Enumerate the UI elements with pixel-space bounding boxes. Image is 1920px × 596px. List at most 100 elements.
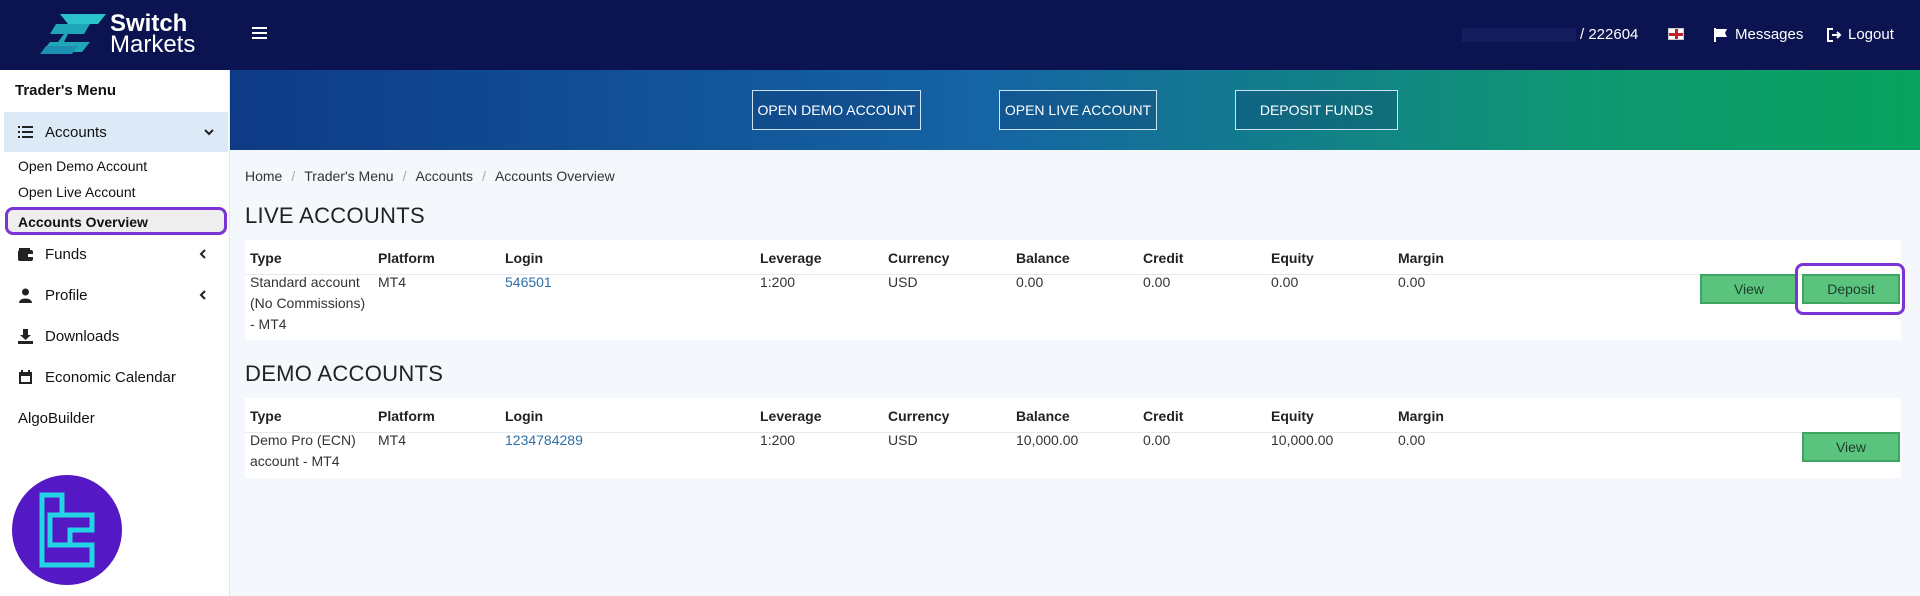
- logout-link[interactable]: Logout: [1826, 26, 1894, 43]
- sidebar-subitem-label: Accounts Overview: [18, 214, 148, 230]
- col-platform: Platform: [378, 408, 435, 424]
- uk-flag-icon[interactable]: [1668, 28, 1684, 40]
- logout-icon: [1827, 27, 1842, 42]
- sidebar-subitem-accounts-overview[interactable]: Accounts Overview: [5, 207, 227, 235]
- sidebar-subitem-open-live[interactable]: Open Live Account: [18, 184, 136, 200]
- user-icon: [19, 288, 32, 303]
- live-leverage: 1:200: [760, 274, 796, 290]
- live-accounts-table: Type Platform Login Leverage Currency Ba…: [245, 240, 1905, 340]
- breadcrumb-traders-menu[interactable]: Trader's Menu: [304, 168, 393, 184]
- demo-view-button[interactable]: View: [1802, 432, 1900, 462]
- type-line: (No Commissions): [250, 295, 366, 311]
- demo-platform: MT4: [378, 432, 406, 448]
- chevron-left-icon: [199, 249, 206, 259]
- messages-link[interactable]: Messages: [1713, 26, 1803, 43]
- masked-account-name: [1462, 27, 1576, 42]
- account-info: / 222604: [1462, 26, 1638, 43]
- account-number: / 222604: [1580, 26, 1639, 43]
- sidebar-item-label: Accounts: [45, 123, 107, 141]
- live-view-button[interactable]: View: [1700, 274, 1798, 304]
- watermark-logo: [12, 475, 122, 585]
- list-icon: [18, 125, 33, 138]
- col-margin: Margin: [1398, 408, 1444, 424]
- live-balance: 0.00: [1016, 274, 1044, 290]
- brand-logo[interactable]: Switch Markets: [38, 12, 196, 58]
- sidebar-item-label: Downloads: [45, 327, 120, 345]
- logout-label: Logout: [1848, 26, 1894, 43]
- demo-login-link[interactable]: 1234784289: [505, 430, 583, 451]
- calendar-icon: [19, 369, 32, 384]
- divider: [245, 274, 1901, 275]
- brand-name-sub: Markets: [110, 31, 196, 58]
- col-type: Type: [250, 250, 282, 266]
- demo-type-cell: Demo Pro (ECN) account - MT4: [250, 430, 356, 472]
- sidebar-item-profile[interactable]: Profile: [0, 280, 228, 310]
- sidebar-title: Trader's Menu: [15, 82, 117, 99]
- deposit-funds-button[interactable]: DEPOSIT FUNDS: [1235, 90, 1398, 130]
- live-margin: 0.00: [1398, 274, 1426, 290]
- demo-margin: 0.00: [1398, 432, 1426, 448]
- top-header: Switch Markets / 222604 Messages Logout: [0, 0, 1920, 70]
- sidebar-item-label: Economic Calendar: [45, 368, 176, 386]
- col-equity: Equity: [1271, 250, 1314, 266]
- sidebar-item-economic-calendar[interactable]: Economic Calendar: [0, 362, 228, 392]
- breadcrumb: Home / Trader's Menu / Accounts / Accounts Ove…: [245, 168, 615, 184]
- live-platform: MT4: [378, 274, 406, 290]
- sidebar-item-label: Funds: [45, 245, 87, 263]
- col-leverage: Leverage: [760, 250, 822, 266]
- live-deposit-button[interactable]: Deposit: [1802, 274, 1900, 304]
- sidebar-item-downloads[interactable]: Downloads: [0, 321, 228, 351]
- live-type-cell: Standard account (No Commissions) - MT4: [250, 272, 365, 335]
- demo-leverage: 1:200: [760, 432, 796, 448]
- chevron-left-icon: [199, 290, 206, 300]
- live-login-link[interactable]: 546501: [505, 272, 552, 293]
- col-credit: Credit: [1143, 408, 1184, 424]
- col-leverage: Leverage: [760, 408, 822, 424]
- sidebar-item-algobuilder[interactable]: AlgoBuilder: [0, 403, 228, 433]
- sidebar-item-label: Profile: [45, 286, 88, 304]
- download-icon: [18, 328, 33, 344]
- col-currency: Currency: [888, 408, 950, 424]
- sidebar-item-label: AlgoBuilder: [18, 409, 95, 427]
- demo-accounts-title: DEMO ACCOUNTS: [245, 361, 444, 386]
- demo-balance: 10,000.00: [1016, 432, 1079, 448]
- action-banner: OPEN DEMO ACCOUNT OPEN LIVE ACCOUNT DEPO…: [230, 70, 1920, 150]
- breadcrumb-current: Accounts Overview: [494, 168, 615, 184]
- demo-equity: 10,000.00: [1271, 432, 1334, 448]
- demo-credit: 0.00: [1143, 432, 1171, 448]
- open-demo-account-button[interactable]: OPEN DEMO ACCOUNT: [752, 90, 921, 130]
- sidebar-item-accounts[interactable]: Accounts: [4, 112, 228, 152]
- live-accounts-title: LIVE ACCOUNTS: [245, 203, 425, 228]
- col-balance: Balance: [1016, 250, 1070, 266]
- live-credit: 0.00: [1143, 274, 1171, 290]
- col-balance: Balance: [1016, 408, 1070, 424]
- col-type: Type: [250, 408, 282, 424]
- menu-toggle-icon[interactable]: [252, 27, 267, 41]
- breadcrumb-accounts[interactable]: Accounts: [415, 168, 473, 184]
- col-login: Login: [505, 408, 544, 424]
- type-line: - MT4: [250, 316, 287, 332]
- col-login: Login: [505, 250, 544, 266]
- messages-label: Messages: [1735, 26, 1804, 43]
- demo-currency: USD: [888, 432, 918, 448]
- col-credit: Credit: [1143, 250, 1184, 266]
- col-platform: Platform: [378, 250, 435, 266]
- col-equity: Equity: [1271, 408, 1314, 424]
- wallet-icon: [18, 247, 33, 261]
- sidebar-subitem-open-demo[interactable]: Open Demo Account: [18, 158, 147, 174]
- switch-markets-logo-icon: [40, 14, 106, 54]
- chevron-down-icon: [204, 129, 214, 136]
- col-margin: Margin: [1398, 250, 1444, 266]
- demo-accounts-table: Type Platform Login Leverage Currency Ba…: [245, 398, 1901, 478]
- type-line: Standard account: [250, 274, 360, 290]
- type-line: account - MT4: [250, 453, 340, 469]
- col-currency: Currency: [888, 250, 950, 266]
- live-equity: 0.00: [1271, 274, 1299, 290]
- breadcrumb-home[interactable]: Home: [245, 168, 282, 184]
- messages-flag-icon: [1714, 27, 1727, 42]
- tc-logo-icon: [39, 492, 95, 568]
- live-currency: USD: [888, 274, 918, 290]
- sidebar-item-funds[interactable]: Funds: [0, 239, 228, 269]
- open-live-account-button[interactable]: OPEN LIVE ACCOUNT: [999, 90, 1157, 130]
- type-line: Demo Pro (ECN): [250, 432, 356, 448]
